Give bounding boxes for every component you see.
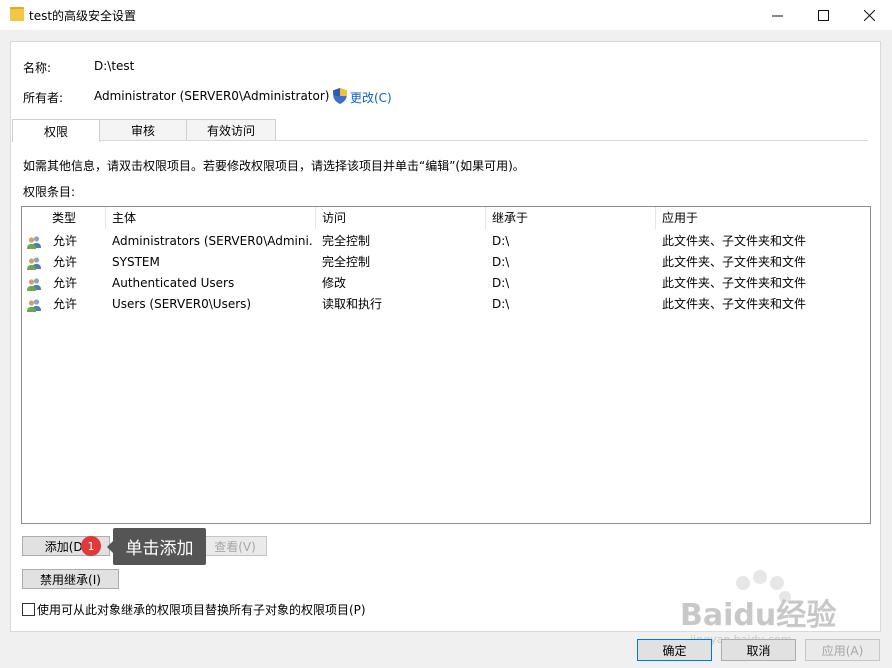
ok-button-label: 确定 [662,643,687,658]
close-button[interactable] [846,0,892,30]
view-button-label: 查看(V) [214,539,256,554]
permission-entries-label: 权限条目: [23,185,76,199]
cell-inherited-from: D:\ [492,234,510,248]
cancel-button-label: 取消 [746,643,771,658]
change-owner-link[interactable]: 更改(C) [350,89,392,106]
cell-type: 允许 [53,297,78,311]
owner-value: Administrator (SERVER0\Administrator) [94,89,330,103]
ok-button[interactable]: 确定 [637,639,712,661]
column-header-inherited-from[interactable]: 继承于 [486,207,656,229]
user-group-icon [27,236,41,249]
window-title: test的高级安全设置 [29,9,137,23]
title-bar: test的高级安全设置 [0,0,892,30]
cell-applies-to: 此文件夹、子文件夹和文件 [662,255,807,269]
cell-applies-to: 此文件夹、子文件夹和文件 [662,276,807,290]
user-group-icon [27,278,41,291]
cell-principal: Authenticated Users [112,276,235,290]
tab-auditing-label: 审核 [130,124,155,138]
close-icon [863,9,875,21]
user-group-icon [27,299,41,312]
column-header-principal[interactable]: 主体 [106,207,316,229]
cancel-button[interactable]: 取消 [721,639,796,661]
cell-access: 完全控制 [322,255,371,269]
view-button[interactable]: 查看(V) [203,536,267,556]
table-row[interactable]: 允许 Authenticated Users 修改 D:\ 此文件夹、子文件夹和… [22,273,870,294]
minimize-button[interactable] [754,0,800,30]
tab-divider [12,140,868,141]
tab-effective-access-label: 有效访问 [206,124,255,138]
tab-permissions-label: 权限 [43,124,68,139]
cell-principal: Administrators (SERVER0\Admini... [112,234,312,248]
tab-permissions[interactable]: 权限 [12,119,100,142]
apply-button[interactable]: 应用(A) [805,639,880,661]
cell-applies-to: 此文件夹、子文件夹和文件 [662,234,807,248]
name-value: D:\test [94,59,135,73]
replace-child-permissions-label: 使用可从此对象继承的权限项目替换所有子对象的权限项目(P) [37,603,366,617]
cell-inherited-from: D:\ [492,255,510,269]
info-text: 如需其他信息，请双击权限项目。若要修改权限项目，请选择该项目并单击“编辑”(如果… [23,159,525,173]
cell-inherited-from: D:\ [492,297,510,311]
step-badge: 1 [81,536,101,556]
maximize-button[interactable] [800,0,846,30]
user-group-icon [27,257,41,270]
maximize-icon [817,9,829,21]
cell-access: 完全控制 [322,234,371,248]
disable-inheritance-label: 禁用继承(I) [40,572,101,587]
owner-label: 所有者: [23,91,64,105]
cell-principal: SYSTEM [112,255,160,269]
watermark-text: Baidu经验 [680,598,837,633]
cell-type: 允许 [53,255,78,269]
replace-child-permissions-checkbox[interactable] [22,603,35,616]
table-row[interactable]: 允许 Administrators (SERVER0\Admini... 完全控… [22,231,870,252]
permission-entries-table[interactable]: 类型 主体 访问 继承于 应用于 允许 Administrators (SERV… [21,206,871,524]
column-header-type[interactable]: 类型 [46,207,106,229]
table-row[interactable]: 允许 Users (SERVER0\Users) 读取和执行 D:\ 此文件夹、… [22,294,870,315]
apply-button-label: 应用(A) [821,643,864,658]
table-row[interactable]: 允许 SYSTEM 完全控制 D:\ 此文件夹、子文件夹和文件 [22,252,870,273]
annotation-tooltip: 单击添加 [107,528,206,565]
annotation-tooltip-text: 单击添加 [125,539,194,559]
cell-access: 读取和执行 [322,297,383,311]
cell-principal: Users (SERVER0\Users) [112,297,252,311]
column-header-applies-to[interactable]: 应用于 [656,207,868,229]
cell-type: 允许 [53,276,78,290]
cell-access: 修改 [322,276,347,290]
tab-auditing[interactable]: 审核 [99,119,187,141]
cell-applies-to: 此文件夹、子文件夹和文件 [662,297,807,311]
cell-inherited-from: D:\ [492,276,510,290]
cell-type: 允许 [53,234,78,248]
disable-inheritance-button[interactable]: 禁用继承(I) [22,569,119,589]
minimize-icon [771,15,783,16]
tab-effective-access[interactable]: 有效访问 [186,119,276,141]
column-header-access[interactable]: 访问 [316,207,486,229]
folder-icon [10,7,24,21]
uac-shield-icon [333,88,347,104]
name-label: 名称: [23,61,52,75]
